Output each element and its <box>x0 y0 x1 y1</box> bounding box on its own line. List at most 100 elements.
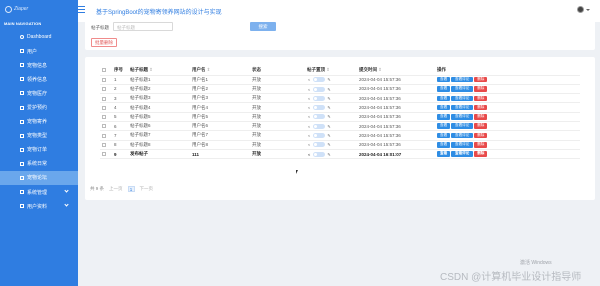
grid-icon <box>20 147 24 152</box>
delete-button[interactable]: 删除 <box>474 104 488 111</box>
edit-icon[interactable]: ✎ <box>327 133 331 138</box>
delete-button[interactable]: 删除 <box>474 95 488 102</box>
edit-icon[interactable]: ✎ <box>327 114 331 119</box>
sidebar-item-10[interactable]: 系统日常 <box>0 157 78 171</box>
col-header-pin[interactable]: 帖子置顶⇕ <box>305 65 357 76</box>
sidebar-item-4[interactable]: 领养信息 <box>0 72 78 86</box>
select-all-checkbox[interactable] <box>100 65 112 76</box>
view-comments-button[interactable]: 查看评论 <box>451 114 474 120</box>
pin-toggle[interactable] <box>313 77 325 83</box>
view-comments-button[interactable]: 查看评论 <box>451 76 474 83</box>
sidebar-item-2[interactable]: 用户 <box>0 44 78 58</box>
delete-button[interactable]: 删除 <box>474 76 488 83</box>
delete-button[interactable]: 删除 <box>474 132 488 139</box>
row-checkbox[interactable] <box>100 130 112 141</box>
pin-toggle[interactable] <box>313 86 325 92</box>
share-icon[interactable]: < <box>307 96 311 101</box>
row-index: 3 <box>112 93 128 104</box>
edit-icon[interactable]: ✎ <box>327 77 331 82</box>
row-title: 帖子标题3 <box>128 93 190 104</box>
view-comments-button[interactable]: 查看评论 <box>451 104 474 111</box>
avatar[interactable] <box>577 6 584 13</box>
edit-icon[interactable]: ✎ <box>327 96 331 101</box>
pin-toggle[interactable] <box>313 95 325 101</box>
delete-button[interactable]: 删除 <box>474 123 488 129</box>
view-button[interactable]: 查看 <box>437 95 451 102</box>
search-button[interactable]: 搜索 <box>250 22 276 31</box>
row-index: 2 <box>112 84 128 95</box>
menu-toggle-icon[interactable] <box>78 6 85 13</box>
share-icon[interactable]: < <box>307 105 311 110</box>
share-icon[interactable]: < <box>307 77 311 82</box>
view-comments-button[interactable]: 查看评论 <box>451 123 474 129</box>
pager-prev[interactable]: 上一页 <box>109 186 123 192</box>
row-checkbox[interactable] <box>100 75 112 85</box>
edit-icon[interactable]: ✎ <box>327 142 331 147</box>
row-title: 帖子标题8 <box>128 140 190 150</box>
view-button[interactable]: 查看 <box>437 104 451 111</box>
delete-button[interactable]: 删除 <box>474 142 488 148</box>
edit-icon[interactable]: ✎ <box>327 105 331 110</box>
view-comments-button[interactable]: 查看评论 <box>451 142 474 148</box>
view-button[interactable]: 查看 <box>437 86 451 92</box>
view-comments-button[interactable]: 查看评论 <box>451 86 474 92</box>
sidebar-item-5[interactable]: 宠物医疗 <box>0 86 78 100</box>
chevron-down-icon[interactable] <box>64 188 69 193</box>
pin-toggle[interactable] <box>313 133 325 139</box>
pager-page-1[interactable]: 1 <box>127 186 135 192</box>
delete-button[interactable]: 删除 <box>474 151 488 157</box>
search-input[interactable]: 帖子标题 <box>113 22 173 31</box>
view-button[interactable]: 查看 <box>437 132 451 139</box>
chevron-down-icon[interactable] <box>64 202 69 207</box>
pin-toggle[interactable] <box>313 114 325 120</box>
pager-next[interactable]: 下一页 <box>140 186 154 192</box>
sidebar-item-8[interactable]: 宠物类型 <box>0 129 78 143</box>
sidebar-item-13[interactable]: 用户资料 <box>0 199 78 213</box>
row-checkbox[interactable] <box>100 149 112 160</box>
pin-toggle[interactable] <box>313 142 325 148</box>
share-icon[interactable]: < <box>307 124 311 129</box>
col-header-time[interactable]: 提交时间⇕ <box>357 65 435 76</box>
row-checkbox[interactable] <box>100 140 112 150</box>
view-button[interactable]: 查看 <box>437 76 451 83</box>
delete-button[interactable]: 删除 <box>474 86 488 92</box>
sidebar-item-11[interactable]: 宠物论坛 <box>0 170 78 186</box>
view-button[interactable]: 查看 <box>437 151 451 157</box>
pin-toggle[interactable] <box>313 123 325 129</box>
edit-icon[interactable]: ✎ <box>327 152 331 157</box>
view-button[interactable]: 查看 <box>437 114 451 120</box>
col-header-title[interactable]: 帖子标题⇕ <box>128 65 190 76</box>
share-icon[interactable]: < <box>307 133 311 138</box>
sidebar-item-7[interactable]: 宠物寄养 <box>0 115 78 129</box>
batch-delete-button[interactable]: 批量删除 <box>91 38 117 47</box>
row-checkbox[interactable] <box>100 93 112 104</box>
pin-toggle[interactable] <box>313 151 325 157</box>
share-icon[interactable]: < <box>307 87 311 92</box>
row-actions: 查看 查看评论 删除 <box>435 75 580 85</box>
row-checkbox[interactable] <box>100 121 112 132</box>
row-checkbox[interactable] <box>100 84 112 95</box>
share-icon[interactable]: < <box>307 142 311 147</box>
row-checkbox[interactable] <box>100 102 112 113</box>
caret-down-icon[interactable] <box>586 9 590 11</box>
sidebar-item-1[interactable]: Dashboard <box>0 30 78 44</box>
table-row: 4 帖子标题4 用户名4 开放 < ✎ 2024-04-04 15:57:36 查看 查看评论删… <box>100 102 580 113</box>
sidebar-item-12[interactable]: 系统管理 <box>0 185 78 199</box>
share-icon[interactable]: < <box>307 114 311 119</box>
view-button[interactable]: 查看 <box>437 142 451 148</box>
sidebar-item-6[interactable]: 爱护预约 <box>0 100 78 114</box>
sidebar-item-3[interactable]: 宠物信息 <box>0 58 78 72</box>
delete-button[interactable]: 删除 <box>474 114 488 120</box>
sidebar-item-9[interactable]: 宠物订单 <box>0 143 78 157</box>
view-comments-button[interactable]: 查看评论 <box>451 95 474 102</box>
edit-icon[interactable]: ✎ <box>327 124 331 129</box>
view-button[interactable]: 查看 <box>437 123 451 129</box>
col-header-user[interactable]: 用户名⇕ <box>190 65 250 76</box>
pin-toggle[interactable] <box>313 105 325 111</box>
edit-icon[interactable]: ✎ <box>327 87 331 92</box>
pagination: 共 9 条 上一页 1 下一页 <box>90 186 153 192</box>
view-comments-button[interactable]: 查看评论 <box>451 132 474 139</box>
share-icon[interactable]: < <box>307 152 311 157</box>
view-comments-button[interactable]: 查看评论 <box>451 151 474 157</box>
row-checkbox[interactable] <box>100 112 112 123</box>
